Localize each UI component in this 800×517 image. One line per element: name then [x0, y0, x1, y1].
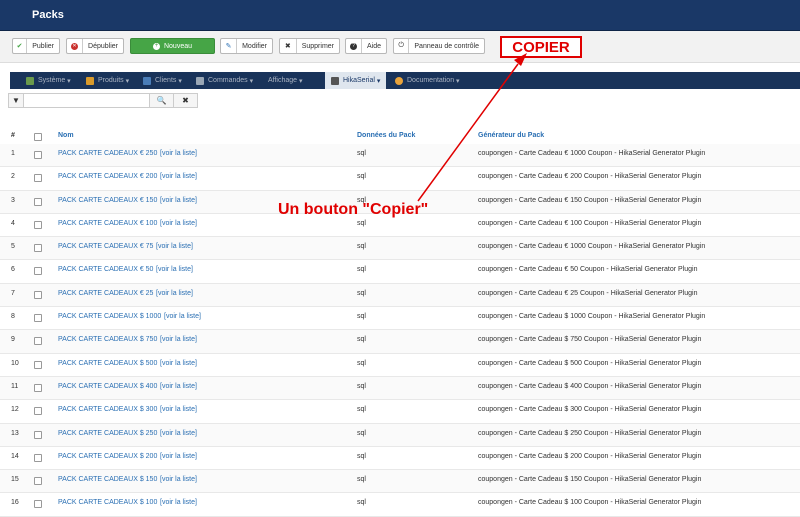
copier-annotation-note: Un bouton "Copier" — [278, 201, 429, 218]
annotation-arrow — [417, 53, 527, 202]
arrow-line — [417, 63, 519, 202]
arrow-head — [514, 53, 527, 66]
